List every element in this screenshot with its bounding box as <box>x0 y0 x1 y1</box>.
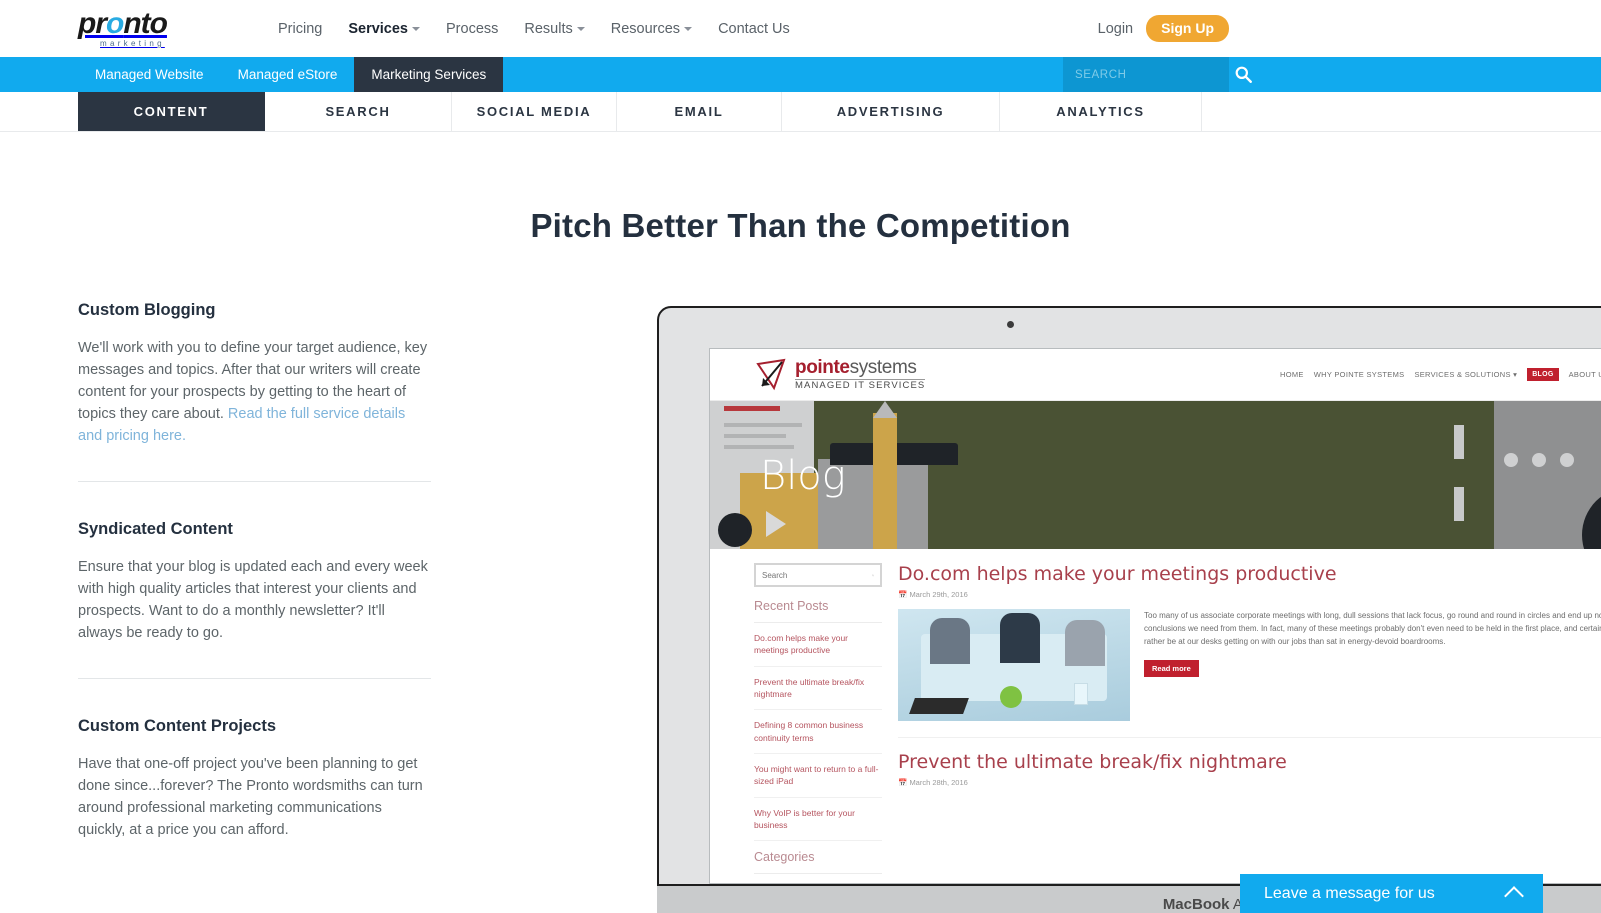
pencil-tip-icon <box>873 401 897 418</box>
webcam-dot-icon <box>1007 321 1014 328</box>
nav-item-services[interactable]: Services <box>348 21 420 37</box>
tab-content[interactable]: CONTENT <box>78 92 265 131</box>
feature-syndicated-content: Syndicated Content Ensure that your blog… <box>78 481 431 646</box>
mockup-read-more-button[interactable]: Read more <box>1144 659 1199 677</box>
laptop-screen: pointesystems MANAGED IT SERVICES HOME W… <box>709 348 1601 884</box>
secondary-nav-bar: Managed Website Managed eStore Marketing… <box>0 57 1601 92</box>
content-area: Custom Blogging We'll work with you to d… <box>0 301 1601 913</box>
page-title: Pitch Better Than the Competition <box>530 207 1071 244</box>
site-search <box>1063 57 1252 92</box>
play-triangle-icon <box>766 511 786 537</box>
header-actions: Login Sign Up <box>1098 15 1229 42</box>
login-link[interactable]: Login <box>1098 21 1133 37</box>
tab-advertising[interactable]: ADVERTISING <box>782 92 1000 131</box>
mockup-post-date: 📅 March 29th, 2016 <box>898 590 968 599</box>
mockup-posts: Do.com helps make your meetings producti… <box>898 563 1601 883</box>
feature-title: Custom Blogging <box>78 301 216 319</box>
mockup-recent-post-item[interactable]: You might want to return to a full-sized… <box>754 763 882 798</box>
gear-icon <box>722 517 748 543</box>
chevron-down-icon <box>576 26 585 31</box>
mockup-recent-posts-heading: Recent Posts <box>754 599 882 623</box>
mockup-post: Do.com helps make your meetings producti… <box>898 563 1601 721</box>
search-submit-button[interactable] <box>1229 66 1265 83</box>
chat-widget-label: Leave a message for us <box>1264 884 1435 902</box>
nav-item-contact-us[interactable]: Contact Us <box>718 21 790 37</box>
magnifier-icon <box>872 574 874 576</box>
feature-title: Custom Content Projects <box>78 717 277 736</box>
mockup-nav-home[interactable]: HOME <box>1280 370 1304 379</box>
mockup-sidebar-search <box>754 563 882 587</box>
mockup-post-title[interactable]: Do.com helps make your meetings producti… <box>898 563 1601 585</box>
mockup-logo[interactable]: pointesystems MANAGED IT SERVICES <box>754 357 926 392</box>
tab-email[interactable]: EMAIL <box>617 92 782 131</box>
pronto-logo[interactable]: pronto marketing <box>78 9 190 48</box>
chat-widget[interactable]: Leave a message for us <box>1240 874 1543 913</box>
hero-shape-red-bar <box>724 406 780 411</box>
logo-tagline: marketing <box>100 39 165 48</box>
feature-body: Ensure that your blog is updated each an… <box>78 559 428 642</box>
chevron-down-icon <box>412 26 420 31</box>
service-tabs: CONTENT SEARCH SOCIAL MEDIA EMAIL ADVERT… <box>0 92 1601 132</box>
laptop-model-label: MacBook Air <box>1162 895 1251 913</box>
nav-item-results[interactable]: Results <box>524 21 585 37</box>
hero-shape-text-lines <box>724 423 802 456</box>
mockup-post: Prevent the ultimate break/fix nightmare… <box>898 751 1601 787</box>
mockup-recent-post-item[interactable]: Prevent the ultimate break/fix nightmare <box>754 676 882 711</box>
secondary-nav: Managed Website Managed eStore Marketing… <box>78 57 504 92</box>
mockup-body: Recent Posts Do.com helps make your meet… <box>710 549 1601 883</box>
laptop-mockup: pointesystems MANAGED IT SERVICES HOME W… <box>657 306 1601 913</box>
search-input[interactable] <box>1063 68 1229 81</box>
feature-body: Have that one-off project you've been pl… <box>78 756 423 839</box>
laptop-bezel: pointesystems MANAGED IT SERVICES HOME W… <box>657 306 1601 886</box>
secondary-nav-managed-website[interactable]: Managed Website <box>78 57 221 92</box>
mockup-site-header: pointesystems MANAGED IT SERVICES HOME W… <box>710 349 1601 401</box>
mockup-hero-title: Blog <box>760 453 846 499</box>
feature-custom-blogging: Custom Blogging We'll work with you to d… <box>78 301 431 449</box>
mockup-search-input[interactable] <box>762 570 872 580</box>
mockup-post-title[interactable]: Prevent the ultimate break/fix nightmare <box>898 751 1601 773</box>
chevron-up-icon[interactable] <box>1504 885 1524 906</box>
mockup-nav-about-us[interactable]: ABOUT US ▾ <box>1569 370 1601 379</box>
mockup-post-excerpt: Too many of us associate corporate meeti… <box>1144 611 1601 647</box>
mockup-categories-heading: Categories <box>754 850 882 875</box>
tab-left-spacer <box>0 92 78 131</box>
logo-wordmark: pronto <box>78 7 168 40</box>
mockup-nav-services-solutions[interactable]: SERVICES & SOLUTIONS ▾ <box>1414 370 1517 379</box>
mockup-nav-blog[interactable]: BLOG <box>1527 368 1559 381</box>
mockup-post-divider <box>898 737 1601 738</box>
magnifier-icon <box>1235 66 1252 83</box>
arrow-mark-icon <box>754 358 788 392</box>
mockup-hero-banner: Blog <box>710 401 1601 549</box>
secondary-nav-managed-estore[interactable]: Managed eStore <box>221 57 355 92</box>
feature-custom-content-projects: Custom Content Projects Have that one-of… <box>78 678 431 843</box>
tab-search[interactable]: SEARCH <box>265 92 452 131</box>
hero-shape-dots <box>1504 453 1574 467</box>
tab-social-media[interactable]: SOCIAL MEDIA <box>452 92 617 131</box>
mockup-nav: HOME WHY POINTE SYSTEMS SERVICES & SOLUT… <box>1280 368 1601 381</box>
mockup-logo-text: pointesystems MANAGED IT SERVICES <box>795 357 926 392</box>
tab-analytics[interactable]: ANALYTICS <box>1000 92 1202 131</box>
tab-right-spacer <box>1202 92 1601 131</box>
mockup-nav-why-pointe-systems[interactable]: WHY POINTE SYSTEMS <box>1314 370 1405 379</box>
hero-shape-dashes <box>1454 425 1464 549</box>
mockup-post-body: Too many of us associate corporate meeti… <box>1144 609 1601 721</box>
mockup-recent-post-item[interactable]: Do.com helps make your meetings producti… <box>754 632 882 667</box>
mockup-recent-post-item[interactable]: Defining 8 common business continuity te… <box>754 719 882 754</box>
secondary-nav-marketing-services[interactable]: Marketing Services <box>354 57 504 92</box>
nav-item-resources[interactable]: Resources <box>611 21 693 37</box>
chevron-down-icon <box>684 26 693 31</box>
mockup-post-date: 📅 March 28th, 2016 <box>898 778 968 787</box>
site-header: pronto marketing Pricing Services Proces… <box>0 0 1601 57</box>
mockup-post-thumbnail <box>898 609 1130 721</box>
mockup-sidebar: Recent Posts Do.com helps make your meet… <box>754 563 882 883</box>
pencil-icon <box>873 413 897 549</box>
nav-item-pricing[interactable]: Pricing <box>278 21 322 37</box>
feature-body: We'll work with you to define your targe… <box>78 340 428 445</box>
features-column: Custom Blogging We'll work with you to d… <box>78 301 431 843</box>
sign-up-button[interactable]: Sign Up <box>1146 15 1229 42</box>
primary-nav: Pricing Services Process Results Resourc… <box>278 21 790 37</box>
feature-title: Syndicated Content <box>78 520 233 539</box>
nav-item-process[interactable]: Process <box>446 21 498 37</box>
mockup-recent-post-item[interactable]: Why VoIP is better for your business <box>754 807 882 842</box>
